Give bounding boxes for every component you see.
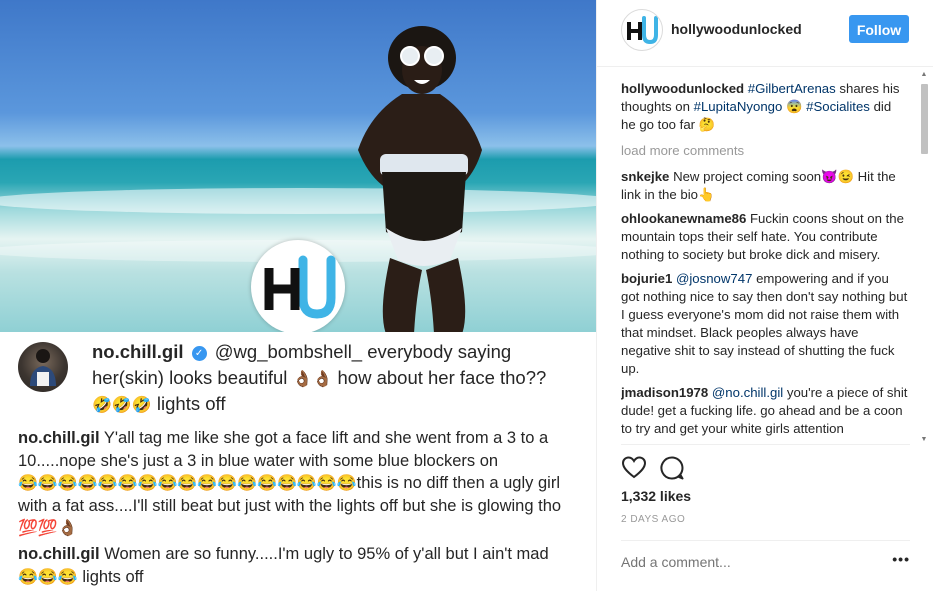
post-header: hollywoodunlocked Follow [597, 0, 933, 67]
comment-bar: ••• [621, 540, 910, 585]
list-item: ohlookanewname86 Fuckin coons shout on t… [621, 210, 908, 264]
reply-username[interactable]: no.chill.gil [18, 545, 100, 563]
caption: hollywoodunlocked #GilbertArenas shares … [621, 80, 908, 134]
post-photo[interactable] [0, 0, 596, 332]
watermark-logo [251, 240, 345, 332]
post-caption-text-2: how about her face tho?? [337, 367, 547, 388]
comment-icon[interactable] [659, 455, 685, 481]
photo-wave [0, 188, 596, 214]
post-caption-emoji-2: 🤣🤣🤣 [92, 397, 152, 414]
list-item: snkejke New project coming soon😈😉 Hit th… [621, 168, 908, 204]
comment-username[interactable]: bojurie1 [621, 271, 672, 286]
comments-scrollbar[interactable]: ▲ ▼ [919, 70, 929, 445]
original-post-text: no.chill.gil ✓ @wg_bombshell_ everybody … [92, 339, 572, 417]
scroll-thumb[interactable] [921, 84, 928, 154]
post-timestamp: 2 DAYS AGO [621, 514, 686, 525]
hashtag[interactable]: #GilbertArenas [748, 81, 836, 96]
follow-button[interactable]: Follow [849, 15, 909, 43]
instagram-post-view: no.chill.gil ✓ @wg_bombshell_ everybody … [0, 0, 933, 591]
post-username[interactable]: no.chill.gil [92, 341, 183, 362]
post-caption-emoji: 👌🏾👌🏾 [292, 371, 333, 388]
header-username[interactable]: hollywoodunlocked [671, 21, 802, 37]
post-reply: no.chill.gil Women are so funny.....I'm … [18, 543, 578, 588]
comment-username[interactable]: snkejke [621, 169, 669, 184]
caption-emoji: 😨 [786, 99, 803, 114]
reply-emoji: 😂😂😂 [18, 568, 78, 586]
avatar-figure-icon [30, 349, 56, 386]
reply-emoji-2: 💯💯👌🏾 [18, 520, 78, 537]
hu-logo-icon [627, 16, 658, 45]
scroll-up-icon[interactable]: ▲ [919, 70, 929, 80]
more-icon[interactable]: ••• [892, 551, 910, 567]
likes-count[interactable]: 1,332 likes [621, 488, 691, 504]
list-item: bojurie1 @josnow747 empowering and if yo… [621, 270, 908, 378]
hu-logo-icon [264, 255, 336, 319]
comments-list[interactable]: hollywoodunlocked #GilbertArenas shares … [621, 80, 908, 442]
comment-mention[interactable]: @no.chill.gil [712, 385, 783, 400]
hashtag[interactable]: #Socialites [806, 99, 870, 114]
hashtag[interactable]: #LupitaNyongo [694, 99, 783, 114]
avatar[interactable] [18, 342, 68, 392]
caption-emoji-2: 🤔 [698, 117, 716, 132]
list-item: jmadison1978 @no.chill.gil you're a piec… [621, 384, 908, 438]
photo-figure [358, 26, 482, 332]
comment-username[interactable]: jmadison1978 [621, 385, 708, 400]
comment-input[interactable] [621, 551, 871, 573]
heart-icon[interactable] [621, 455, 647, 481]
post-reply: no.chill.gil Y'all tag me like she got a… [18, 427, 578, 540]
comment-mention[interactable]: @josnow747 [676, 271, 752, 286]
reply-username[interactable]: no.chill.gil [18, 429, 100, 447]
comment-username[interactable]: ohlookanewname86 [621, 211, 746, 226]
post-mention[interactable]: @wg_bombshell_ [215, 341, 362, 362]
post-caption-text-3: lights off [156, 393, 226, 414]
comment-text: empowering and if you got nothing nice t… [621, 271, 908, 376]
verified-icon: ✓ [191, 346, 207, 361]
scroll-down-icon[interactable]: ▼ [919, 435, 929, 445]
post-sidebar: hollywoodunlocked Follow hollywoodunlock… [596, 0, 933, 591]
avatar[interactable] [621, 9, 663, 51]
reply-emoji: 😂😂😂😂😂😂😂😂😂😂😂😂😂😂😂😂😂 [18, 475, 357, 492]
load-more-comments-link[interactable]: load more comments [621, 142, 908, 160]
reply-text-2: lights off [82, 567, 144, 586]
reply-text: Women are so funny.....I'm ugly to 95% o… [104, 545, 549, 563]
divider [621, 444, 910, 445]
caption-username[interactable]: hollywoodunlocked [621, 81, 744, 96]
post-media[interactable]: no.chill.gil ✓ @wg_bombshell_ everybody … [0, 0, 596, 591]
